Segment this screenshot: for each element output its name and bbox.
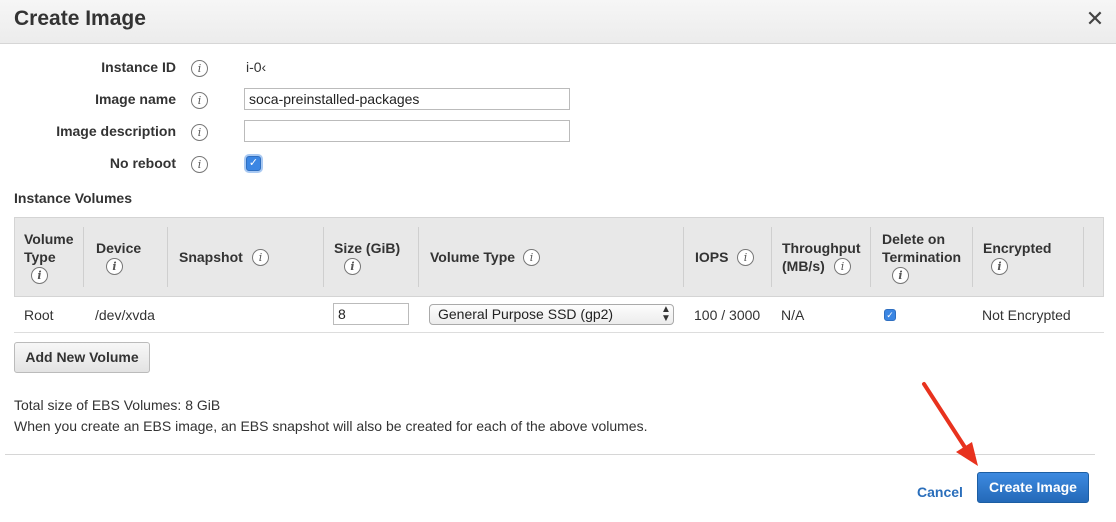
info-icon[interactable]: i — [344, 258, 361, 275]
info-icon[interactable]: i — [252, 249, 269, 266]
col-size: Size (GiB) i — [334, 240, 401, 275]
info-icon[interactable]: i — [892, 267, 909, 284]
delete-on-termination-checkbox[interactable]: ✓ — [884, 309, 896, 321]
col-device: Device i — [96, 240, 142, 275]
image-description-input[interactable] — [244, 120, 570, 142]
row-throughput: N/A — [781, 307, 805, 323]
col-volume-type: Volume Type i — [24, 231, 74, 284]
add-new-volume-button[interactable]: Add New Volume — [14, 342, 150, 373]
instance-volumes-title: Instance Volumes — [14, 190, 133, 206]
instance-id-label: Instance ID — [101, 59, 176, 75]
row-encrypted: Not Encrypted — [982, 307, 1071, 323]
col-encrypted: Encrypted i — [983, 240, 1052, 275]
row-iops: 100 / 3000 — [694, 307, 761, 323]
annotation-arrow-icon — [922, 382, 978, 466]
dialog-title: Create Image — [14, 7, 146, 30]
volumes-table-header: Volume Type i Device i Snapshot i Size (… — [14, 217, 1104, 297]
row-volume-type: Root — [24, 307, 54, 323]
info-icon[interactable]: i — [106, 258, 123, 275]
updown-arrows-icon: ▲ ▼ — [661, 304, 671, 324]
snapshot-note: When you create an EBS image, an EBS sna… — [14, 418, 648, 434]
col-delete-on-termination: Delete on Termination i — [882, 231, 962, 284]
dialog-titlebar: Create Image ✕ — [0, 0, 1116, 44]
info-icon[interactable]: i — [31, 267, 48, 284]
create-image-button[interactable]: Create Image — [977, 472, 1089, 503]
image-name-input[interactable] — [244, 88, 570, 110]
row-device: /dev/xvda — [95, 307, 155, 323]
total-size-note: Total size of EBS Volumes: 8 GiB — [14, 397, 221, 413]
check-icon: ✓ — [886, 310, 894, 320]
no-reboot-checkbox[interactable]: ✓ — [246, 156, 261, 171]
col-snapshot: Snapshot — [179, 249, 243, 265]
info-icon[interactable]: i — [191, 124, 208, 141]
info-icon[interactable]: i — [191, 156, 208, 173]
info-icon[interactable]: i — [834, 258, 851, 275]
col-iops: IOPS — [695, 249, 729, 265]
size-input[interactable] — [333, 303, 409, 325]
info-icon[interactable]: i — [737, 249, 754, 266]
info-icon[interactable]: i — [191, 60, 208, 77]
info-icon[interactable]: i — [191, 92, 208, 109]
image-name-label: Image name — [95, 91, 176, 107]
close-icon[interactable]: ✕ — [1084, 8, 1106, 30]
table-row: Root /dev/xvda General Purpose SSD (gp2)… — [14, 297, 1104, 333]
volume-type-select[interactable]: General Purpose SSD (gp2) ▲ ▼ — [429, 304, 674, 325]
image-description-label: Image description — [56, 123, 176, 139]
no-reboot-label: No reboot — [109, 155, 176, 171]
instance-id-value: i-0‹ — [246, 59, 267, 75]
info-icon[interactable]: i — [523, 249, 540, 266]
cancel-button[interactable]: Cancel — [917, 484, 963, 500]
col-volume-type-select: Volume Type — [430, 249, 516, 265]
info-icon[interactable]: i — [991, 258, 1008, 275]
check-icon: ✓ — [248, 157, 259, 169]
